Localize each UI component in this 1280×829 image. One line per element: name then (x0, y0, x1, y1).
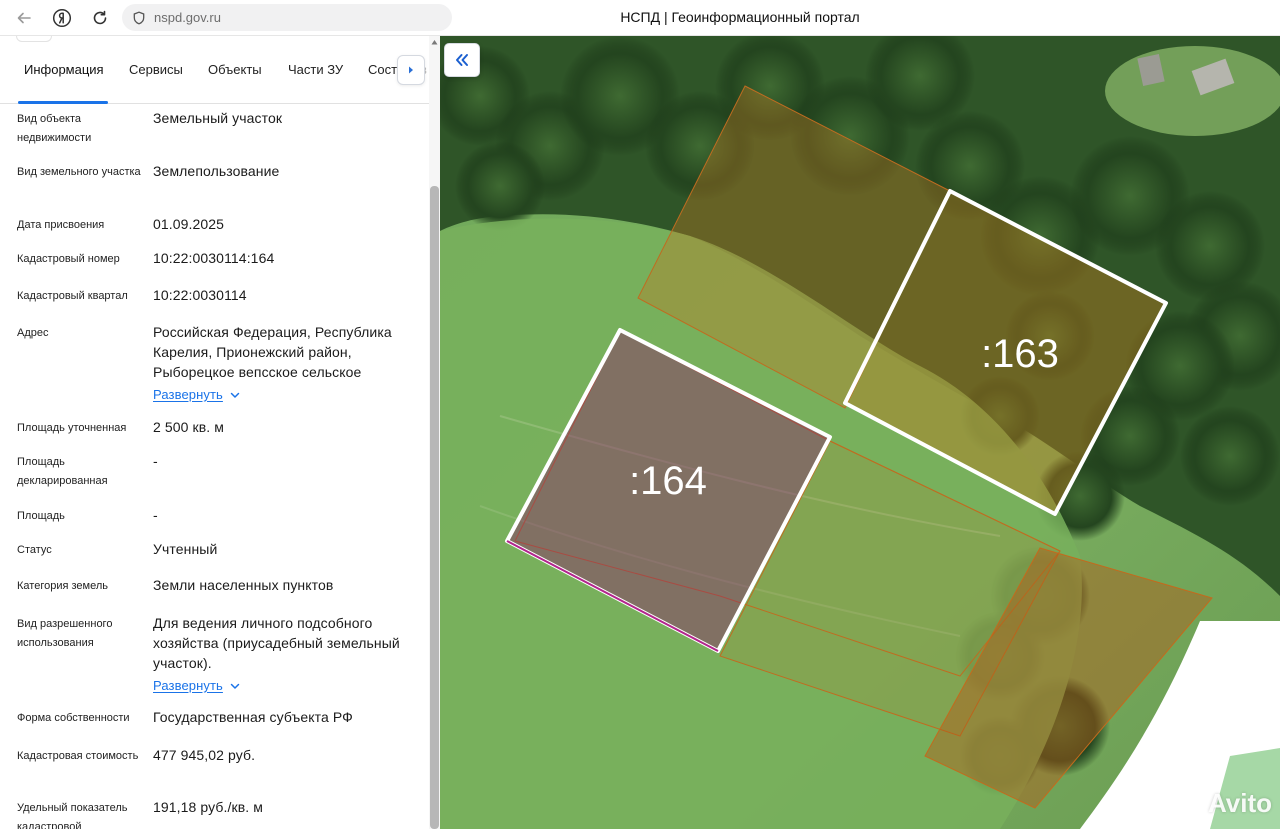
field-value: Российская Федерация, Республика Карелия… (153, 322, 421, 405)
field-value: Земельный участок (153, 110, 283, 126)
expand-label: Развернуть (153, 387, 223, 402)
avito-logo-icon (1176, 792, 1201, 815)
field-label: Вид объекта недвижимости (17, 113, 92, 144)
field-value: - (153, 453, 158, 469)
chevron-down-icon (230, 683, 240, 689)
field-value: Государственная субъекта РФ (153, 709, 353, 725)
watermark-text: Avito (1207, 788, 1272, 818)
expand-label: Развернуть (153, 678, 223, 693)
active-tab-indicator (18, 101, 108, 104)
field-label: Кадастровый квартал (17, 290, 128, 302)
field-label: Кадастровый номер (17, 253, 120, 265)
parcel-164-label: :164 (629, 459, 707, 503)
info-panel: Информация Сервисы Объекты Части ЗУ Сост… (0, 36, 440, 829)
field-label: Площадь уточненная (17, 422, 127, 434)
field-label: Площадь декларированная (17, 456, 108, 487)
field-label: Адрес (17, 327, 49, 339)
browser-toolbar: nspd.gov.ru НСПД | Геоинформационный пор… (0, 0, 1280, 36)
field-value: Для ведения личного подсобного хозяйства… (153, 613, 421, 696)
url-text: nspd.gov.ru (154, 10, 221, 25)
double-chevron-left-icon (456, 54, 468, 66)
expand-address-link[interactable]: Развернуть (153, 385, 241, 405)
tab-objects[interactable]: Объекты (208, 62, 262, 77)
field-value: Земли населенных пунктов (153, 577, 334, 593)
field-value: 01.09.2025 (153, 216, 225, 232)
tabs-scroll-right-button[interactable] (397, 55, 425, 85)
field-value: 191,18 руб./кв. м (153, 799, 263, 815)
page-title: НСПД | Геоинформационный портал (620, 9, 860, 25)
avito-watermark: Avito (1176, 788, 1272, 819)
scroll-up-arrow-icon[interactable] (431, 39, 438, 45)
tab-services[interactable]: Сервисы (129, 62, 183, 77)
shield-icon (133, 11, 145, 24)
tab-parts[interactable]: Части ЗУ (288, 62, 343, 77)
field-label: Категория земель (17, 580, 108, 592)
collapse-panel-button[interactable] (444, 43, 480, 77)
field-value: - (153, 507, 158, 523)
tab-bar: Информация Сервисы Объекты Части ЗУ Сост… (0, 52, 430, 104)
field-label: Статус (17, 544, 52, 556)
field-label: Вид разрешенного использования (17, 618, 113, 649)
address-bar[interactable]: nspd.gov.ru (122, 4, 452, 31)
field-value: 477 945,02 руб. (153, 747, 256, 763)
field-value: 2 500 кв. м (153, 419, 224, 435)
satellite-map[interactable]: :164 :163 (440, 36, 1280, 829)
parcel-163-label: :163 (981, 332, 1059, 376)
panel-handle[interactable] (16, 36, 52, 42)
back-button[interactable] (12, 7, 36, 29)
arrow-left-icon (17, 12, 31, 24)
field-label: Вид земельного участка (17, 166, 141, 178)
field-label: Кадастровая стоимость (17, 750, 139, 762)
reload-button[interactable] (88, 7, 112, 29)
scrollbar-thumb[interactable] (430, 186, 439, 829)
chevron-down-icon (230, 392, 240, 398)
field-label: Удельный показатель кадастровой (17, 802, 128, 829)
field-value: Учтенный (153, 541, 218, 557)
field-label: Форма собственности (17, 712, 130, 724)
yandex-logo-icon (52, 8, 72, 28)
expand-permitted-use-link[interactable]: Развернуть (153, 676, 241, 696)
clearing (1105, 46, 1280, 136)
tab-composition[interactable]: Сост (368, 62, 397, 77)
field-value: Землепользование (153, 163, 280, 179)
field-label: Площадь (17, 510, 65, 522)
caret-right-icon (409, 66, 413, 74)
field-label: Дата присвоения (17, 219, 105, 231)
yandex-button[interactable] (50, 7, 74, 29)
permitted-use-text: Для ведения личного подсобного хозяйства… (153, 615, 400, 671)
address-text: Российская Федерация, Республика Карелия… (153, 324, 392, 380)
map-view[interactable]: :164 :163 Avito (440, 36, 1280, 829)
field-value[interactable]: 10:22:0030114 (153, 285, 421, 305)
tab-info[interactable]: Информация (24, 62, 104, 77)
field-value[interactable]: 10:22:0030114:164 (153, 248, 421, 268)
reload-icon (93, 10, 107, 25)
